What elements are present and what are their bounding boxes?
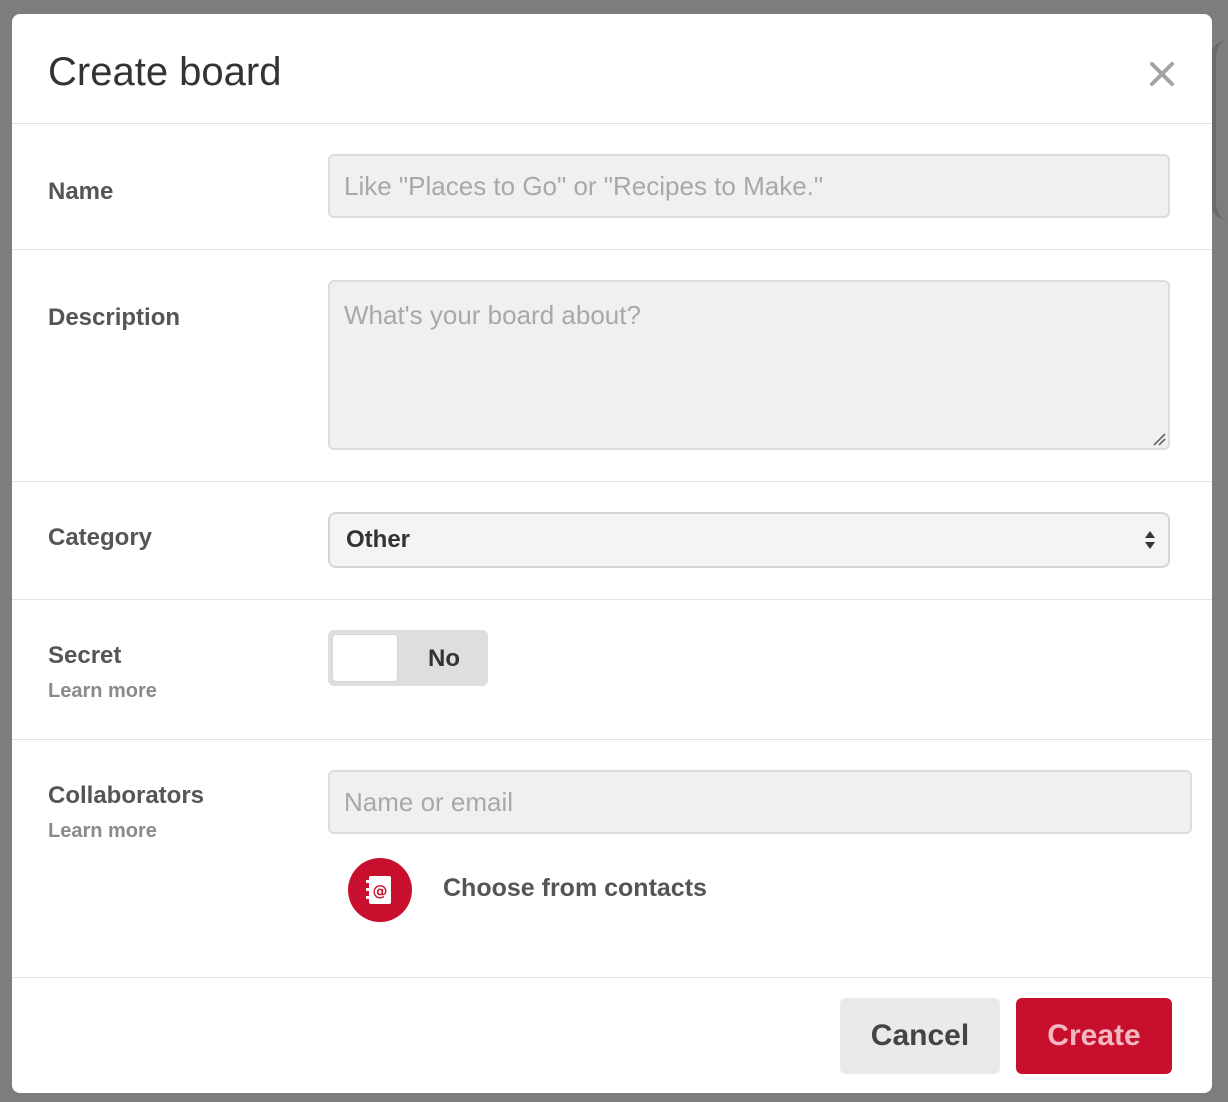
create-button[interactable]: Create xyxy=(1016,998,1172,1074)
secret-label: Secret xyxy=(48,642,122,669)
collaborators-row: Collaborators Learn more @ Choose from c… xyxy=(12,740,1212,978)
description-label: Description xyxy=(48,304,181,331)
description-row: Description xyxy=(12,250,1212,482)
toggle-state-text: No xyxy=(428,645,460,672)
secret-row: Secret Learn more No xyxy=(12,600,1212,740)
name-label: Name xyxy=(48,178,114,205)
category-row: Category Other xyxy=(12,482,1212,600)
secret-toggle[interactable]: No xyxy=(328,630,488,686)
toggle-knob xyxy=(332,634,398,682)
contacts-button[interactable]: @ xyxy=(348,858,412,922)
board-name-input[interactable] xyxy=(328,154,1170,218)
close-icon xyxy=(1150,62,1174,86)
resize-grip-icon[interactable] xyxy=(1152,432,1166,446)
collaborators-label: Collaborators xyxy=(48,782,205,809)
cancel-button[interactable]: Cancel xyxy=(840,998,1000,1074)
choose-from-contacts-link[interactable]: Choose from contacts xyxy=(443,874,707,903)
dialog-title: Create board xyxy=(48,50,282,94)
select-arrows-icon xyxy=(1145,531,1155,549)
dialog-header: Create board xyxy=(12,14,1212,124)
create-board-dialog: Create board Name Description Category O… xyxy=(12,14,1212,1093)
name-row: Name xyxy=(12,124,1212,250)
collaborators-learn-more-link[interactable]: Learn more xyxy=(48,820,157,843)
backdrop-decoration xyxy=(1210,40,1228,220)
dialog-footer: Cancel Create xyxy=(12,978,1212,1093)
board-description-textarea[interactable] xyxy=(328,280,1170,450)
category-label: Category xyxy=(48,524,153,551)
address-book-icon: @ xyxy=(366,876,391,904)
secret-learn-more-link[interactable]: Learn more xyxy=(48,680,157,703)
category-selected-value: Other xyxy=(346,526,411,553)
close-button[interactable] xyxy=(1142,54,1182,94)
category-select[interactable]: Other xyxy=(328,512,1170,568)
svg-text:@: @ xyxy=(373,882,388,900)
collaborator-input[interactable] xyxy=(328,770,1192,834)
